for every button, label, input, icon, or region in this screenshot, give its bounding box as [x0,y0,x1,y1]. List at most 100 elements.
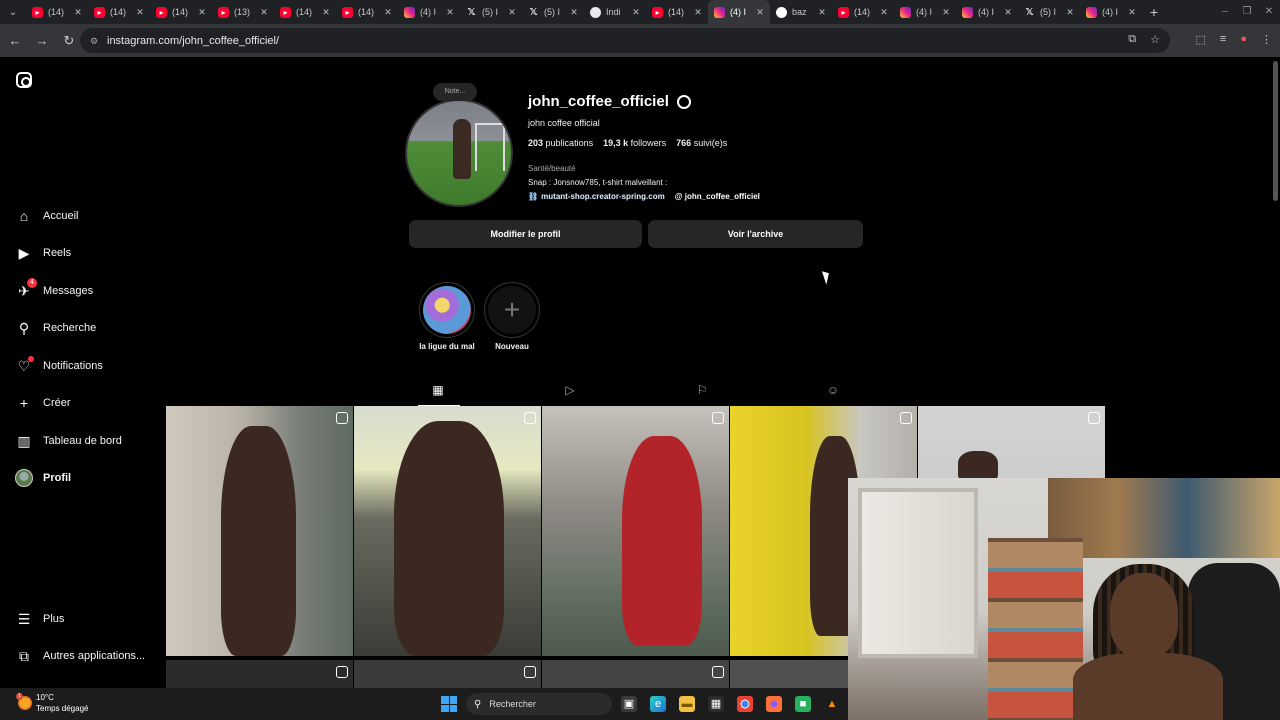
browser-tab[interactable]: Indi ✕ [584,0,646,24]
browser-tab[interactable]: ▸ (14) ✕ [88,0,150,24]
chrome-icon[interactable] [737,696,753,712]
post-thumbnail[interactable] [542,660,729,688]
sidebar-item-profil[interactable]: Profil [14,467,71,489]
external-link[interactable]: ⛓ mutant-shop.creator-spring.com [528,192,665,201]
threads-link[interactable]: @ john_coffee_officiel [675,192,760,201]
reload-button[interactable]: ↻ [57,29,81,53]
browser-tab[interactable]: (4) I ✕ [398,0,460,24]
post-thumbnail[interactable] [166,406,353,656]
view-archive-button[interactable]: Voir l'archive [648,220,863,248]
browser-tab[interactable]: ▸ (14) ✕ [336,0,398,24]
close-tab-icon[interactable]: ✕ [506,7,518,18]
close-tab-icon[interactable]: ✕ [1126,7,1138,18]
page-scrollbar[interactable] [1273,61,1278,201]
close-window-icon[interactable]: ✕ [1258,0,1280,24]
x-icon: 𝕏 [467,6,476,18]
tab-search-menu-icon[interactable]: ⌄ [0,0,26,24]
task-view-icon[interactable]: ▣ [621,696,637,712]
edit-profile-button[interactable]: Modifier le profil [409,220,642,248]
highlight-label: la ligue du mal [419,342,475,351]
instagram-logo-icon[interactable] [16,72,32,88]
browser-tab[interactable]: ▸ (14) ✕ [274,0,336,24]
browser-tab[interactable]: (4) I ✕ [956,0,1018,24]
vlc-icon[interactable]: ▲ [824,696,840,712]
browser-tab[interactable]: baz ✕ [770,0,832,24]
weather-widget[interactable]: 1 10°C Temps dégagé [16,692,88,714]
close-tab-icon[interactable]: ✕ [72,7,84,18]
story-highlight[interactable]: la ligue du mal [417,282,477,351]
following-stat[interactable]: 766 suivi(e)s [676,138,727,148]
edge-icon[interactable]: e [650,696,666,712]
extensions-icon[interactable]: ⬚ [1196,33,1206,46]
app-icon[interactable]: ■ [795,696,811,712]
close-tab-icon[interactable]: ✕ [320,7,332,18]
close-tab-icon[interactable]: ✕ [940,7,952,18]
grid-icon[interactable]: ▦ [431,383,445,397]
media-icon[interactable]: ≡ [1220,33,1226,46]
browser-tab[interactable]: ▸ (13) ✕ [212,0,274,24]
youtube-icon: ▸ [652,6,663,18]
tagged-icon[interactable]: ☺ [826,383,840,397]
close-tab-icon[interactable]: ✕ [258,7,270,18]
close-tab-icon[interactable]: ✕ [196,7,208,18]
close-tab-icon[interactable]: ✕ [692,7,704,18]
settings-gear-icon[interactable] [676,94,691,109]
forward-button[interactable]: → [30,29,54,53]
sidebar-item-autres-applications[interactable]: ⧉ Autres applications... [14,645,145,667]
profile-avatar[interactable] [405,99,513,207]
followers-stat[interactable]: 19,3 k followers [603,138,666,148]
browser-tab[interactable]: 𝕏 (5) I ✕ [522,0,584,24]
firefox-icon[interactable] [766,696,782,712]
close-tab-icon[interactable]: ✕ [568,7,580,18]
sidebar-item-notifications[interactable]: ♡ Notifications [14,355,103,377]
sidebar-item-tableau-de-bord[interactable]: ▥ Tableau de bord [14,430,122,452]
store-icon[interactable]: ▦ [708,696,724,712]
taskbar-search[interactable]: ⚲ Rechercher [466,693,612,715]
sidebar-item-creer[interactable]: + Créer [14,392,71,414]
close-tab-icon[interactable]: ✕ [1064,7,1076,18]
close-tab-icon[interactable]: ✕ [754,7,766,18]
close-tab-icon[interactable]: ✕ [878,7,890,18]
post-thumbnail[interactable] [354,660,541,688]
sidebar-item-recherche[interactable]: ⚲ Recherche [14,317,96,339]
bookmark-star-icon[interactable]: ☆ [1150,33,1160,46]
close-tab-icon[interactable]: ✕ [630,7,642,18]
windows-start-icon[interactable] [441,696,457,712]
close-tab-icon[interactable]: ✕ [134,7,146,18]
close-tab-icon[interactable]: ✕ [444,7,456,18]
note-bubble[interactable]: Note... [433,83,477,101]
site-info-icon[interactable]: ⚙ [90,36,100,46]
sidebar-item-accueil[interactable]: ⌂ Accueil [14,205,79,227]
reels-icon[interactable]: ▷ [563,383,577,397]
browser-tab-title: (14) [172,7,189,17]
browser-tab[interactable]: (4) I ✕ [708,0,770,24]
new-tab-button[interactable]: + [1142,4,1166,20]
close-tab-icon[interactable]: ✕ [382,7,394,18]
back-button[interactable]: ← [3,29,27,53]
browser-tab[interactable]: ▸ (14) ✕ [150,0,212,24]
new-highlight[interactable]: + Nouveau [482,282,542,351]
post-thumbnail[interactable] [354,406,541,656]
browser-menu-icon[interactable]: ⋮ [1261,33,1272,46]
browser-tab[interactable]: 𝕏 (5) I ✕ [1018,0,1080,24]
bookmark-icon[interactable]: ⚐ [695,383,709,397]
address-bar[interactable]: ⚙ instagram.com/john_coffee_officiel/ [80,28,1170,53]
minimize-icon[interactable]: – [1214,0,1236,24]
browser-tab[interactable]: ▸ (14) ✕ [646,0,708,24]
browser-tab[interactable]: (4) I ✕ [894,0,956,24]
browser-tab[interactable]: ▸ (14) ✕ [832,0,894,24]
sidebar-item-messages[interactable]: ✈ 4 Messages [14,278,93,302]
close-tab-icon[interactable]: ✕ [816,7,828,18]
maximize-icon[interactable]: ❐ [1236,0,1258,24]
browser-tab[interactable]: (4) I ✕ [1080,0,1142,24]
post-thumbnail[interactable] [166,660,353,688]
browser-tab[interactable]: ▸ (14) ✕ [26,0,88,24]
close-tab-icon[interactable]: ✕ [1002,7,1014,18]
profile-avatar-icon[interactable]: ● [1240,33,1247,46]
post-thumbnail[interactable] [542,406,729,656]
sidebar-item-reels[interactable]: ▶ Reels [14,242,72,264]
browser-tab[interactable]: 𝕏 (5) I ✕ [460,0,522,24]
install-app-icon[interactable]: ⧉ [1128,33,1136,46]
sidebar-item-plus[interactable]: ☰ Plus [14,608,65,630]
file-explorer-icon[interactable]: ▬ [679,696,695,712]
